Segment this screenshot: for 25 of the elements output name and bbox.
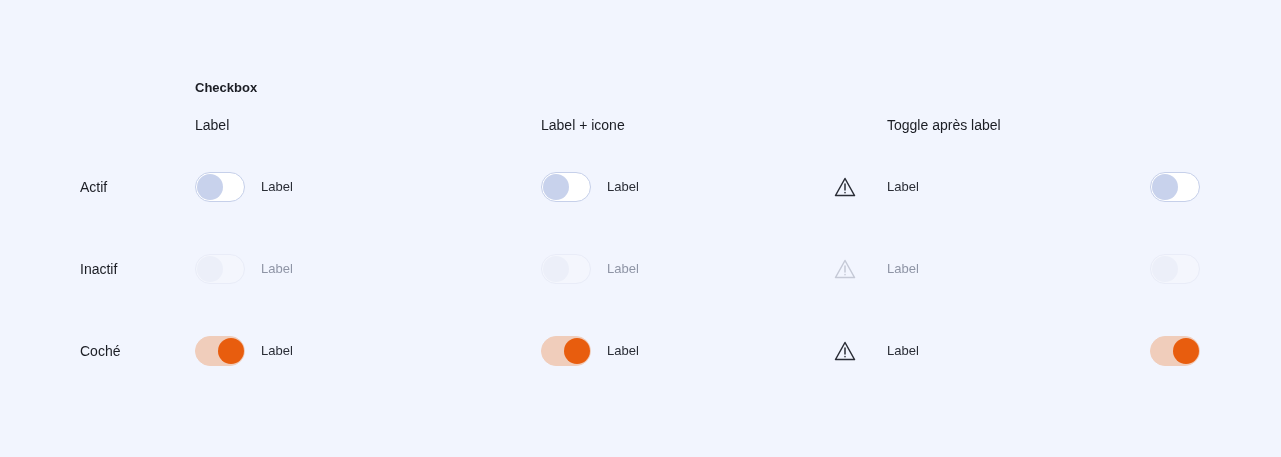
toggle-label: Label bbox=[261, 342, 293, 361]
toggle-switch[interactable] bbox=[1150, 172, 1200, 202]
toggle-switch[interactable] bbox=[1150, 336, 1200, 366]
row-label: Inactif bbox=[80, 261, 118, 277]
toggle-label: Label bbox=[887, 178, 919, 197]
toggle-label: Label bbox=[261, 178, 293, 197]
warning-icon bbox=[834, 177, 856, 197]
toggle-label: Label bbox=[887, 260, 919, 279]
toggle-switch[interactable] bbox=[541, 336, 591, 366]
toggle-switch[interactable] bbox=[195, 336, 245, 366]
column-header: Label bbox=[195, 117, 230, 133]
row-label: Actif bbox=[80, 179, 108, 195]
toggle-label: Label bbox=[607, 178, 639, 197]
column-header: Label + icone bbox=[541, 117, 625, 133]
toggle-label: Label bbox=[607, 342, 639, 361]
toggle-switch[interactable] bbox=[195, 172, 245, 202]
column-header: Toggle après label bbox=[887, 117, 1001, 133]
toggle-label: Label bbox=[261, 260, 293, 279]
row-label: Coché bbox=[80, 343, 121, 359]
toggle-label: Label bbox=[607, 260, 639, 279]
warning-icon bbox=[834, 259, 856, 279]
toggle-label: Label bbox=[887, 342, 919, 361]
section-title: Checkbox bbox=[195, 79, 259, 97]
warning-icon bbox=[834, 341, 856, 361]
toggle-switch[interactable] bbox=[541, 172, 591, 202]
